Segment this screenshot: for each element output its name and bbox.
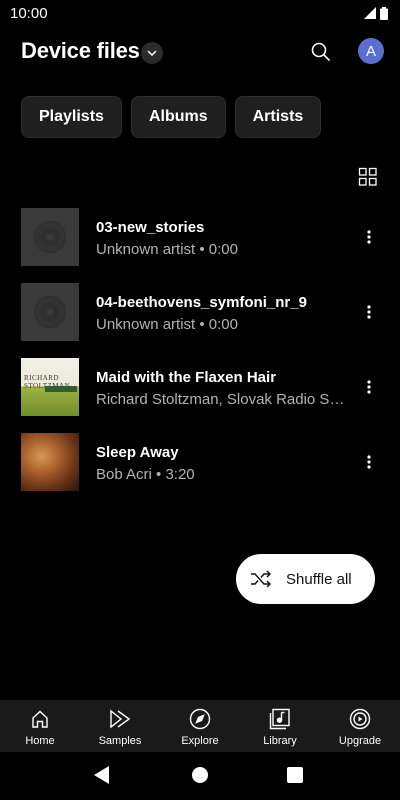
search-button[interactable] — [308, 39, 334, 65]
nav-samples[interactable]: Samples — [80, 700, 160, 752]
shuffle-all-button[interactable]: Shuffle all — [236, 554, 375, 604]
track-title: 03-new_stories — [96, 219, 205, 236]
grid-view-toggle[interactable] — [358, 167, 378, 187]
status-icons — [364, 6, 388, 20]
track-list: 03-new_stories Unknown artist • 0:00 04-… — [0, 205, 400, 505]
recents-square-icon[interactable] — [287, 767, 303, 783]
track-thumbnail — [21, 283, 79, 341]
track-row[interactable]: 03-new_stories Unknown artist • 0:00 — [0, 205, 400, 280]
nav-upgrade-label: Upgrade — [338, 735, 382, 747]
track-row[interactable]: RICHARD STOLTZMAN Maid with the Flaxen H… — [0, 355, 400, 430]
library-icon — [269, 708, 291, 730]
status-bar: 10:00 — [0, 0, 400, 26]
avatar[interactable]: A — [358, 38, 384, 64]
battery-icon — [380, 6, 388, 20]
more-vert-icon — [367, 380, 371, 394]
nav-explore[interactable]: Explore — [160, 700, 240, 752]
search-icon — [311, 42, 331, 62]
more-vert-icon — [367, 305, 371, 319]
shuffle-icon — [251, 570, 271, 588]
nav-samples-label: Samples — [98, 735, 142, 747]
filter-chips: Playlists Albums Artists — [21, 96, 322, 138]
bottom-nav: Home Samples Explore Library Upgrade — [0, 700, 400, 752]
header: Device files A — [0, 36, 400, 70]
page-title: Device files — [21, 38, 140, 63]
track-subtitle: Unknown artist • 0:00 — [96, 316, 238, 333]
track-title: Sleep Away — [96, 444, 179, 461]
track-row[interactable]: 04-beethovens_symfoni_nr_9 Unknown artis… — [0, 280, 400, 355]
home-circle-icon[interactable] — [192, 767, 208, 783]
disc-icon — [34, 221, 66, 253]
system-nav-bar — [0, 752, 400, 800]
track-more-button[interactable] — [359, 377, 379, 397]
track-subtitle: Richard Stoltzman, Slovak Radio Sy… — [96, 391, 346, 408]
back-icon[interactable] — [94, 766, 110, 784]
track-more-button[interactable] — [359, 302, 379, 322]
chip-artists[interactable]: Artists — [234, 96, 322, 138]
chevron-down-icon — [147, 50, 157, 56]
nav-upgrade[interactable]: Upgrade — [320, 700, 400, 752]
track-subtitle: Bob Acri • 3:20 — [96, 466, 195, 483]
shuffle-all-label: Shuffle all — [286, 570, 352, 588]
track-thumbnail — [21, 208, 79, 266]
upgrade-icon — [349, 708, 371, 730]
signal-icon — [364, 7, 376, 19]
nav-home[interactable]: Home — [0, 700, 80, 752]
disc-icon — [34, 296, 66, 328]
nav-explore-label: Explore — [181, 735, 219, 747]
track-more-button[interactable] — [359, 227, 379, 247]
nav-home-label: Home — [25, 735, 55, 747]
source-dropdown-button[interactable] — [141, 42, 163, 64]
track-row[interactable]: Sleep Away Bob Acri • 3:20 — [0, 430, 400, 505]
grid-icon — [358, 167, 377, 186]
chip-albums[interactable]: Albums — [130, 96, 226, 138]
track-subtitle: Unknown artist • 0:00 — [96, 241, 238, 258]
samples-icon — [109, 708, 131, 730]
track-more-button[interactable] — [359, 452, 379, 472]
compass-icon — [189, 708, 211, 730]
album-art — [21, 433, 79, 491]
nav-library[interactable]: Library — [240, 700, 320, 752]
track-title: Maid with the Flaxen Hair — [96, 369, 277, 386]
chip-playlists[interactable]: Playlists — [21, 96, 122, 138]
home-icon — [29, 708, 51, 730]
status-time: 10:00 — [10, 4, 48, 22]
track-title: 04-beethovens_symfoni_nr_9 — [96, 294, 307, 311]
more-vert-icon — [367, 455, 371, 469]
album-art: RICHARD STOLTZMAN — [21, 358, 79, 416]
nav-library-label: Library — [263, 735, 297, 747]
more-vert-icon — [367, 230, 371, 244]
